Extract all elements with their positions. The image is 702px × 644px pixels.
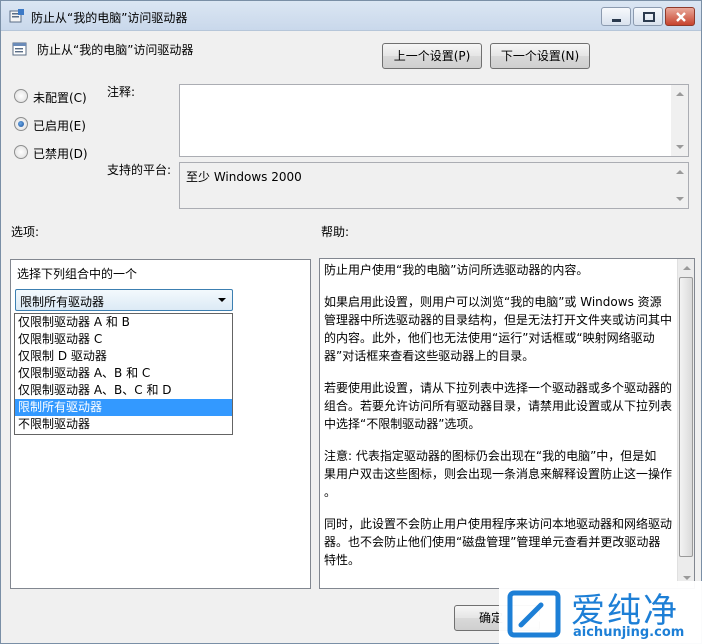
- scroll-up-icon: [676, 92, 684, 96]
- platform-field: 至少 Windows 2000: [179, 162, 689, 209]
- dropdown-option[interactable]: 不限制驱动器: [15, 416, 232, 433]
- watermark: 爱纯净 aichunjing.com: [499, 581, 702, 644]
- help-line: 如果启用此设置，则用户可以浏览“我的电脑”或 Windows 资源: [324, 295, 662, 309]
- dropdown-selected-value: 限制所有驱动器: [20, 295, 105, 309]
- watermark-logo-icon: [507, 590, 561, 638]
- help-line: 防止用户使用“我的电脑”访问所选驱动器的内容。: [324, 263, 589, 277]
- radio-enabled[interactable]: [14, 117, 28, 131]
- help-line: 特性。: [324, 553, 361, 567]
- policy-dialog-window: 防止从“我的电脑”访问驱动器 防止从“我的电脑”访问驱动器 上一个设置(P) 下…: [0, 0, 702, 644]
- scroll-up-icon: [676, 170, 684, 174]
- policy-setting-icon: [12, 42, 27, 56]
- watermark-url: aichunjing.com: [573, 625, 685, 640]
- comment-textarea[interactable]: [179, 84, 689, 157]
- help-line: 果用户双击这些图标，则会出现一条消息来解释设置防止这一操作: [324, 467, 673, 481]
- previous-setting-button[interactable]: 上一个设置(P): [382, 43, 482, 69]
- options-section-label: 选项:: [11, 225, 40, 239]
- scroll-down-icon: [676, 145, 684, 149]
- maximize-button[interactable]: [633, 7, 663, 26]
- help-line: 若要使用此设置，请从下拉列表中选择一个驱动器或多个驱动器的: [324, 381, 673, 395]
- platform-scrollbar[interactable]: [671, 163, 688, 208]
- scroll-up-icon: [683, 266, 691, 270]
- radio-not-configured[interactable]: [14, 89, 28, 103]
- dropdown-option[interactable]: 仅限制驱动器 A 和 B: [15, 314, 232, 331]
- options-prompt: 选择下列组合中的一个: [17, 267, 138, 281]
- help-line: 器”对话框来查看这些驱动器上的目录。: [324, 349, 535, 363]
- help-line: 注意: 代表指定驱动器的图标仍会出现在“我的电脑”中，但是如: [324, 449, 657, 463]
- dropdown-list: 仅限制驱动器 A 和 B 仅限制驱动器 C 仅限制 D 驱动器 仅限制驱动器 A…: [14, 313, 233, 435]
- drive-restriction-dropdown[interactable]: 限制所有驱动器: [15, 289, 233, 311]
- close-icon: [676, 12, 686, 22]
- minimize-icon: [612, 19, 621, 22]
- policy-icon: [9, 9, 24, 23]
- radio-label-disabled: 已禁用(D): [33, 147, 88, 161]
- dropdown-option[interactable]: 仅限制驱动器 A、B、C 和 D: [15, 382, 232, 399]
- help-line: 中选择“不限制驱动器”选项。: [324, 417, 481, 431]
- chevron-down-icon: [218, 298, 226, 302]
- next-setting-button[interactable]: 下一个设置(N): [490, 43, 590, 69]
- maximize-icon: [643, 12, 655, 22]
- comment-label: 注释:: [107, 85, 136, 99]
- window-title: 防止从“我的电脑”访问驱动器: [31, 11, 188, 25]
- radio-label-not-configured: 未配置(C): [33, 91, 87, 105]
- help-line: 组合。若要允许访问所有驱动器目录，请禁用此设置或从下拉列表: [324, 399, 673, 413]
- title-bar[interactable]: 防止从“我的电脑”访问驱动器: [1, 1, 701, 31]
- minimize-button[interactable]: [601, 7, 631, 26]
- help-line: 管理器中所选驱动器的目录结构，但是无法打开文件夹或访问其中: [324, 313, 673, 327]
- dropdown-option-highlighted[interactable]: 限制所有驱动器: [15, 399, 232, 416]
- platform-value: 至少 Windows 2000: [186, 170, 302, 184]
- dropdown-option[interactable]: 仅限制驱动器 C: [15, 331, 232, 348]
- help-section-label: 帮助:: [321, 225, 350, 239]
- help-line: 器。也不会防止他们使用“磁盘管理”管理单元查看并更改驱动器: [324, 535, 661, 549]
- policy-title: 防止从“我的电脑”访问驱动器: [37, 43, 194, 57]
- close-button[interactable]: [665, 7, 695, 26]
- help-scrollbar[interactable]: [677, 259, 694, 587]
- help-scroll-thumb[interactable]: [679, 277, 693, 557]
- scroll-down-icon: [676, 197, 684, 201]
- help-line: 同时，此设置不会防止用户使用程序来访问本地驱动器和网络驱动: [324, 517, 673, 531]
- dropdown-option[interactable]: 仅限制驱动器 A、B 和 C: [15, 365, 232, 382]
- radio-label-enabled: 已启用(E): [33, 119, 86, 133]
- dropdown-option[interactable]: 仅限制 D 驱动器: [15, 348, 232, 365]
- help-line: 。: [324, 485, 337, 499]
- scroll-down-icon: [683, 576, 691, 580]
- help-line: 的内容。此外，他们也无法使用“运行”对话框或“映射网络驱动: [324, 331, 655, 345]
- radio-disabled[interactable]: [14, 145, 28, 159]
- comment-scrollbar[interactable]: [671, 85, 688, 156]
- platform-label: 支持的平台:: [107, 163, 172, 177]
